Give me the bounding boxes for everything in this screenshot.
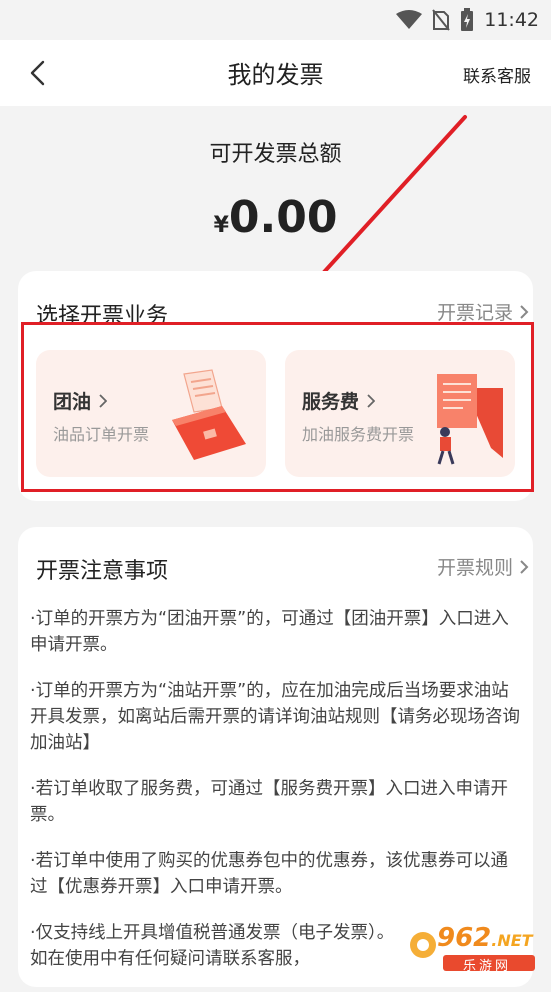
notice-item: ·若订单收取了服务费，可通过【服务费开票】入口进入申请开票。 [30, 779, 509, 825]
invoice-rules-label: 开票规则 [436, 557, 513, 579]
invoice-history-link[interactable]: 开票记录 [437, 298, 529, 325]
highlight-box-annotation [21, 322, 534, 492]
notice-section-title: 开票注意事项 [36, 559, 169, 584]
currency-symbol: ¥ [213, 213, 229, 238]
chevron-right-icon [520, 304, 529, 319]
watermark-brand: 962.NET [437, 923, 533, 953]
invoice-history-label: 开票记录 [436, 302, 513, 324]
invoice-total-label: 可开发票总额 [209, 142, 342, 167]
notice-item: ·订单的开票方为“团油开票”的，可通过【团油开票】入口进入申请开票。 [30, 609, 509, 655]
watermark-subtitle: 乐游网 [463, 959, 512, 974]
notice-item: ·若订单中使用了购买的优惠券包中的优惠券，该优惠券可以通过【优惠券开票】入口申请… [30, 851, 509, 897]
invoice-total-amount: ¥0.00 [0, 192, 551, 243]
invoice-rules-link[interactable]: 开票规则 [437, 553, 529, 580]
amount-value: 0.00 [228, 192, 338, 243]
watermark-logo: 962.NET 乐游网 [407, 923, 539, 974]
notice-item: ·订单的开票方为“油站开票”的，应在加油完成后当场要求油站开具发票，如离站后需开… [30, 681, 520, 753]
chevron-right-icon [520, 559, 529, 574]
